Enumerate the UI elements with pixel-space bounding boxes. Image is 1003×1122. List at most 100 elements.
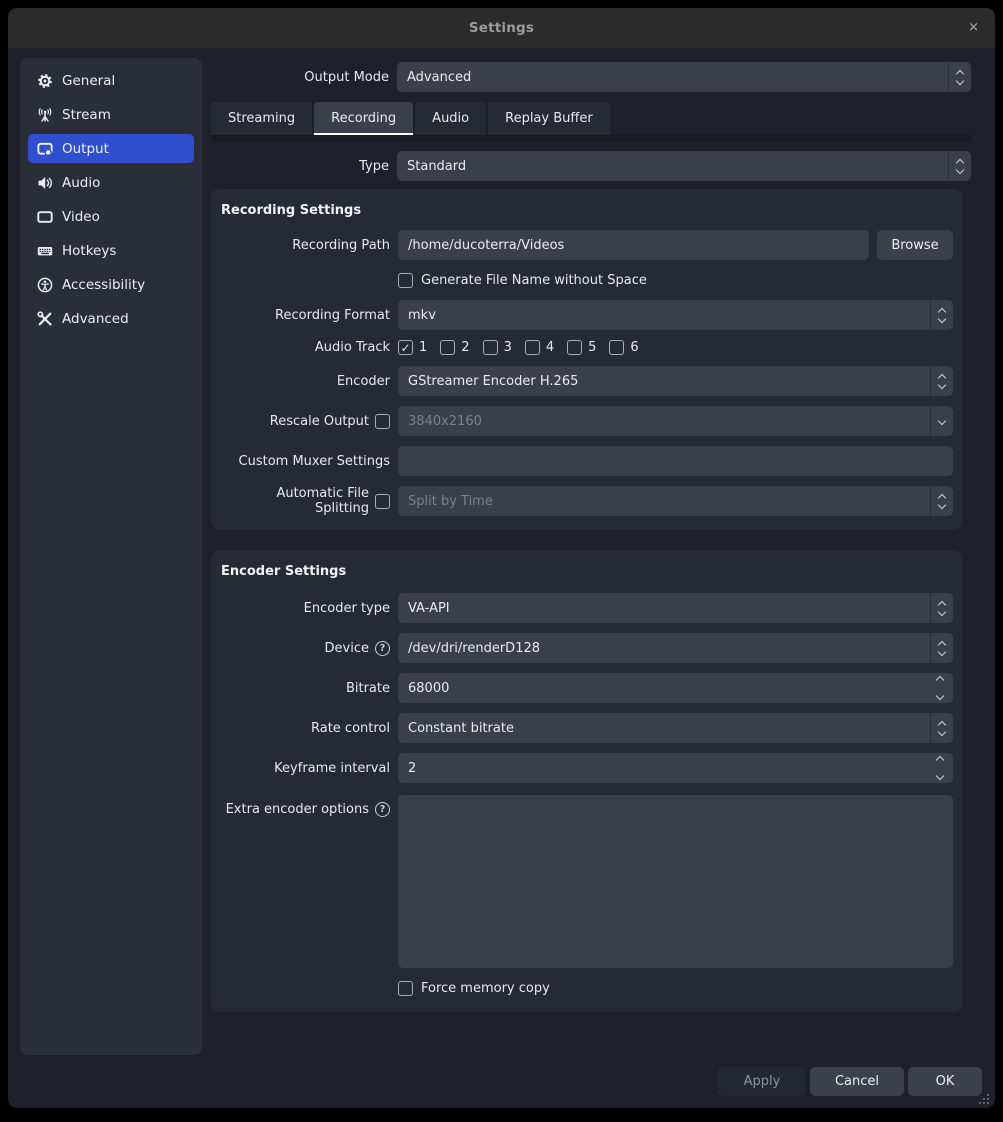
settings-sidebar: General Stream Output Audio Video Hotkey…: [20, 58, 202, 1055]
audio-track-4-checkbox[interactable]: [525, 340, 540, 355]
tab-audio[interactable]: Audio: [415, 102, 486, 135]
tab-replay-buffer[interactable]: Replay Buffer: [488, 102, 610, 135]
close-icon[interactable]: ✕: [968, 22, 979, 35]
resize-grip[interactable]: [979, 1094, 990, 1105]
extra-encoder-options-label: Extra encoder options: [226, 802, 369, 817]
auto-file-splitting-row: Automatic File Splitting Split by Time: [220, 486, 953, 516]
encoder-type-select[interactable]: VA-API: [398, 593, 953, 623]
audio-track-4[interactable]: 4: [525, 340, 554, 355]
audio-track-1[interactable]: ✓1: [398, 340, 427, 355]
help-icon[interactable]: ?: [375, 641, 390, 656]
sidebar-item-general[interactable]: General: [28, 66, 194, 95]
force-memory-copy-label: Force memory copy: [421, 981, 550, 996]
sidebar-item-audio[interactable]: Audio: [28, 168, 194, 197]
keyboard-icon: [37, 243, 53, 259]
audio-track-6[interactable]: 6: [609, 340, 638, 355]
audio-track-1-checkbox[interactable]: ✓: [398, 340, 413, 355]
gear-icon: [37, 73, 53, 89]
ok-button[interactable]: OK: [908, 1067, 982, 1096]
keyframe-interval-label: Keyframe interval: [220, 761, 390, 776]
output-tabs: Streaming Recording Audio Replay Buffer: [211, 102, 971, 135]
panel-title: Encoder Settings: [221, 564, 953, 579]
rescale-resolution-select: 3840x2160: [398, 406, 953, 436]
browse-button[interactable]: Browse: [877, 230, 953, 260]
sidebar-item-stream[interactable]: Stream: [28, 100, 194, 129]
sidebar-item-accessibility[interactable]: Accessibility: [28, 270, 194, 299]
dropdown-arrow-icon: [930, 406, 953, 436]
device-select[interactable]: /dev/dri/renderD128: [398, 633, 953, 663]
rescale-output-checkbox[interactable]: [375, 414, 390, 429]
help-icon[interactable]: ?: [375, 802, 390, 817]
broadcast-icon: [37, 107, 53, 123]
audio-track-6-checkbox[interactable]: [609, 340, 624, 355]
monitor-icon: [37, 209, 53, 225]
recording-settings-panel: Recording Settings Recording Path /home/…: [211, 189, 962, 530]
dropdown-arrows-icon: [948, 62, 971, 92]
output-mode-label: Output Mode: [211, 70, 389, 85]
keyframe-interval-spinner[interactable]: 2: [398, 753, 953, 783]
sidebar-item-output[interactable]: Output: [28, 134, 194, 163]
force-memory-copy-row: Force memory copy: [220, 981, 953, 996]
sidebar-item-hotkeys[interactable]: Hotkeys: [28, 236, 194, 265]
auto-file-splitting-checkbox[interactable]: [375, 494, 390, 509]
sidebar-item-video[interactable]: Video: [28, 202, 194, 231]
encoder-label: Encoder: [220, 374, 390, 389]
encoder-select[interactable]: GStreamer Encoder H.265: [398, 366, 953, 396]
encoder-type-label: Encoder type: [220, 601, 390, 616]
split-mode-value: Split by Time: [408, 494, 493, 509]
encoder-type-value: VA-API: [408, 601, 450, 616]
audio-track-2[interactable]: 2: [440, 340, 469, 355]
custom-muxer-input[interactable]: [398, 446, 953, 476]
keyframe-interval-row: Keyframe interval 2: [220, 753, 953, 783]
type-select[interactable]: Standard: [397, 151, 971, 181]
rate-control-row: Rate control Constant bitrate: [220, 713, 953, 743]
recording-path-input[interactable]: /home/ducoterra/Videos: [398, 230, 869, 260]
audio-track-2-checkbox[interactable]: [440, 340, 455, 355]
tab-streaming[interactable]: Streaming: [211, 102, 312, 135]
sidebar-item-label: Stream: [62, 107, 111, 123]
encoder-row: Encoder GStreamer Encoder H.265: [220, 366, 953, 396]
speaker-icon: [37, 175, 53, 191]
dropdown-arrows-icon: [930, 713, 953, 743]
sidebar-item-label: Output: [62, 141, 109, 157]
recording-format-label: Recording Format: [220, 308, 390, 323]
panel-title: Recording Settings: [221, 203, 953, 218]
keyframe-interval-value: 2: [408, 761, 416, 776]
accessibility-icon: [37, 277, 53, 293]
output-mode-value: Advanced: [407, 70, 471, 85]
encoder-settings-panel: Encoder Settings Encoder type VA-API Dev…: [211, 550, 962, 1012]
output-settings-page: Output Mode Advanced Streaming Recording…: [211, 58, 971, 1012]
dropdown-arrows-icon: [930, 486, 953, 516]
type-value: Standard: [407, 159, 466, 174]
audio-track-label: Audio Track: [220, 340, 390, 355]
recording-format-select[interactable]: mkv: [398, 300, 953, 330]
extra-encoder-options-textarea[interactable]: [398, 795, 953, 968]
audio-track-5[interactable]: 5: [567, 340, 596, 355]
extra-encoder-options-row: Extra encoder options ?: [220, 795, 953, 968]
dropdown-arrows-icon: [930, 633, 953, 663]
tab-recording[interactable]: Recording: [314, 102, 413, 135]
spinner-arrows-icon[interactable]: [929, 673, 951, 703]
audio-track-row: Audio Track ✓1 2 3 4 5 6: [220, 340, 953, 355]
generate-no-space-row: Generate File Name without Space: [220, 273, 953, 288]
output-mode-select[interactable]: Advanced: [397, 62, 971, 92]
recording-format-value: mkv: [408, 308, 436, 323]
sidebar-item-advanced[interactable]: Advanced: [28, 304, 194, 333]
sidebar-item-label: Advanced: [62, 311, 129, 327]
force-memory-copy-checkbox[interactable]: [398, 981, 413, 996]
bitrate-spinner[interactable]: 68000: [398, 673, 953, 703]
type-label: Type: [211, 159, 389, 174]
dropdown-arrows-icon: [930, 366, 953, 396]
generate-no-space-checkbox[interactable]: [398, 273, 413, 288]
audio-track-3-checkbox[interactable]: [483, 340, 498, 355]
bitrate-label: Bitrate: [220, 681, 390, 696]
audio-track-5-checkbox[interactable]: [567, 340, 582, 355]
cancel-button[interactable]: Cancel: [810, 1067, 904, 1096]
spinner-arrows-icon[interactable]: [929, 753, 951, 783]
apply-button[interactable]: Apply: [718, 1067, 806, 1096]
rate-control-select[interactable]: Constant bitrate: [398, 713, 953, 743]
audio-track-3[interactable]: 3: [483, 340, 512, 355]
encoder-value: GStreamer Encoder H.265: [408, 374, 578, 389]
device-value: /dev/dri/renderD128: [408, 641, 540, 656]
dropdown-arrows-icon: [930, 300, 953, 330]
